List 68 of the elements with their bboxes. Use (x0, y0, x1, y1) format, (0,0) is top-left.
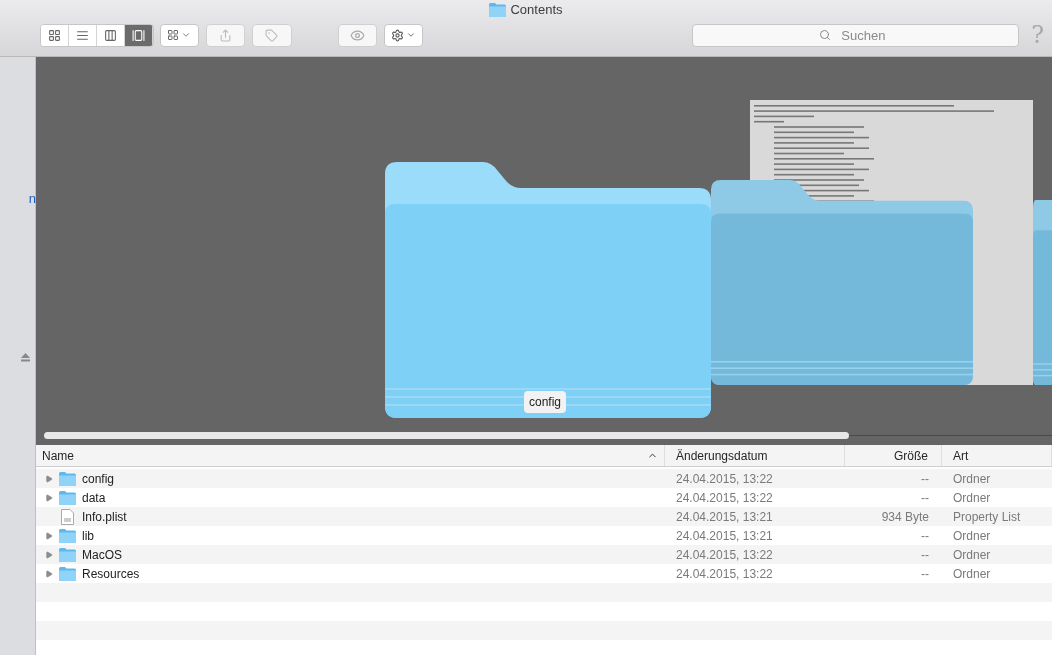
date-cell-text: 24.04.2015, 13:22 (675, 489, 774, 507)
date-cell-text: 24.04.2015, 13:21 (675, 527, 774, 545)
kind-cell-text: Ordner (952, 489, 992, 507)
size-cell-text: -- (920, 546, 930, 564)
cover-flow-button[interactable] (124, 24, 153, 46)
kind-cell-text: Property List (952, 508, 1022, 526)
disclosure-triangle-icon[interactable] (45, 550, 53, 559)
sidebar-item[interactable]: n (28, 192, 36, 205)
eject-icon[interactable] (21, 353, 30, 362)
file-row[interactable]: MacOS 24.04.2015, 13:22 -- Ordner (36, 545, 1052, 564)
date-cell-text: 24.04.2015, 13:22 (675, 470, 774, 488)
file-name: Info.plist (82, 508, 127, 526)
file-row[interactable]: Info.plist 24.04.2015, 13:21 934 Byte Property List (36, 507, 1052, 526)
document-icon (61, 508, 74, 525)
size-cell-text: 934 Byte (880, 508, 930, 526)
action-button[interactable] (383, 23, 423, 47)
folder-icon (59, 566, 76, 581)
arrange-button[interactable] (159, 23, 199, 47)
grid-icon (47, 28, 61, 42)
folder-icon (59, 547, 76, 562)
column-header[interactable]: Art (942, 445, 1052, 466)
tag-icon (265, 28, 279, 42)
file-name: Resources (82, 565, 140, 583)
file-name: MacOS (82, 546, 122, 564)
size-cell-text: -- (920, 527, 930, 545)
date-cell-text: 24.04.2015, 13:21 (675, 508, 774, 526)
scrollbar[interactable] (44, 432, 849, 439)
size-cell-text: -- (920, 489, 930, 507)
eye-icon (349, 27, 365, 43)
window-title: Contents (510, 1, 563, 20)
caret-icon (181, 30, 192, 40)
share-icon (218, 28, 232, 42)
column-header[interactable]: Änderungsdatum (665, 445, 845, 466)
folder-thumbnail[interactable] (385, 162, 711, 418)
kind-cell-text: Ordner (952, 470, 992, 488)
folder-icon (489, 3, 507, 17)
kind-cell-text: Ordner (952, 565, 992, 583)
size-cell-text: -- (920, 470, 930, 488)
file-name: config (82, 470, 115, 488)
quick-look-button[interactable] (337, 23, 377, 47)
disclosure-triangle-icon[interactable] (45, 474, 53, 483)
column-header[interactable]: Größe (845, 445, 942, 466)
date-cell-text: 24.04.2015, 13:22 (675, 565, 774, 583)
grid-icon (167, 29, 180, 41)
kind-cell-text: Ordner (952, 546, 992, 564)
size-cell-text: -- (920, 565, 930, 583)
folder-icon (59, 490, 76, 505)
kind-cell-text: Ordner (952, 527, 992, 545)
search-field[interactable]: Suchen (691, 23, 1020, 47)
gear-icon (390, 28, 404, 42)
folder-caption: config (524, 391, 567, 413)
file-name: lib (82, 527, 94, 545)
file-row[interactable]: config 24.04.2015, 13:22 -- Ordner (36, 469, 1052, 488)
icon-view-button[interactable] (41, 24, 69, 46)
disclosure-triangle-icon[interactable] (45, 569, 53, 578)
folder-thumbnail[interactable] (711, 180, 973, 385)
cover-flow-icon (131, 28, 145, 42)
file-name: data (82, 489, 106, 507)
search-icon (818, 28, 831, 41)
disclosure-triangle-icon[interactable] (45, 493, 53, 502)
folder-icon (59, 471, 76, 486)
caret-icon (405, 30, 416, 40)
list-icon (75, 28, 89, 42)
disclosure-triangle-icon[interactable] (45, 531, 53, 540)
folder-icon (59, 528, 76, 543)
column-header[interactable]: Name (36, 445, 665, 466)
columns-icon (103, 28, 117, 42)
date-cell-text: 24.04.2015, 13:22 (675, 546, 774, 564)
